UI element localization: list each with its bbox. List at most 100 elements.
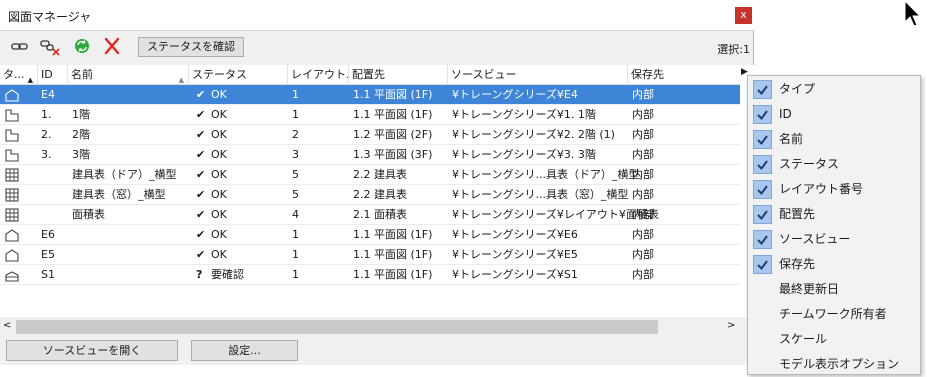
checkmark-icon: ✔: [196, 108, 206, 121]
cell-storage: 内部: [632, 148, 654, 161]
cell-placement: 1.2 平面図 (2F): [353, 128, 433, 141]
menu-item-column[interactable]: ソースビュー: [748, 227, 920, 252]
cell-status: OK: [211, 168, 227, 181]
cell-storage: 内部: [632, 208, 654, 221]
column-header-status[interactable]: ステータス: [189, 65, 288, 84]
column-header-source-view[interactable]: ソースビュー: [448, 65, 628, 84]
scroll-right-icon[interactable]: >: [727, 320, 735, 331]
scrollbar-thumb[interactable]: [16, 320, 658, 334]
cell-name: 2階: [72, 128, 90, 141]
cell-source-view: ¥トレーングシリーズ¥E5: [452, 248, 578, 261]
column-header-storage[interactable]: 保存先: [628, 65, 740, 84]
cell-source-view: ¥トレーングシリーズ¥1. 1階: [452, 108, 596, 121]
table-type-icon: [4, 188, 20, 202]
cell-layout-number: 3: [292, 148, 299, 161]
column-header-id[interactable]: ID: [38, 65, 68, 84]
cell-placement: 2.2 建具表: [353, 168, 407, 181]
menu-item-column[interactable]: ステータス: [748, 152, 920, 177]
menu-item-column[interactable]: 保存先: [748, 252, 920, 277]
cell-placement: 2.2 建具表: [353, 188, 407, 201]
checkmark-icon: ✔: [196, 248, 206, 261]
column-header-name[interactable]: 名前 ▲: [68, 65, 189, 84]
cell-storage: 内部: [632, 128, 654, 141]
menu-item-column[interactable]: チームワーク所有者: [748, 302, 920, 327]
cell-source-view: ¥トレーングシリーズ¥E4: [452, 88, 578, 101]
cell-source-view: ¥トレーングシリーズ¥E6: [452, 228, 578, 241]
cell-source-view: ¥トレーングシリーズ¥2. 2階 (1): [452, 128, 615, 141]
table-row[interactable]: 3. 3階 3 1.3 平面図 (3F) ¥トレーングシリーズ¥3. 3階 内部 ✔ OK: [0, 145, 740, 165]
unlink-icon[interactable]: [39, 36, 61, 56]
checkmark-icon: ✔: [196, 208, 206, 221]
horizontal-scrollbar[interactable]: < >: [0, 319, 740, 335]
cell-status: OK: [211, 208, 227, 221]
cell-status: OK: [211, 128, 227, 141]
question-icon: ?: [196, 268, 203, 281]
close-button[interactable]: x: [735, 7, 752, 24]
cell-storage: 内部: [632, 228, 654, 241]
column-header-placement[interactable]: 配置先: [349, 65, 448, 84]
menu-item-label: レイアウト番号: [779, 182, 864, 196]
settings-button[interactable]: 設定...: [191, 340, 298, 361]
menu-item-column[interactable]: 配置先: [748, 202, 920, 227]
cell-source-view: ¥トレーングシリーズ¥レイアウト¥面積表: [452, 208, 659, 221]
cell-status: OK: [211, 148, 227, 161]
elevation-type-icon: [4, 248, 20, 262]
table-row[interactable]: 面積表 4 2.1 面積表 ¥トレーングシリーズ¥レイアウト¥面積表 内部 ✔ OK: [0, 205, 740, 225]
refresh-icon[interactable]: [71, 36, 93, 56]
menu-item-column[interactable]: 最終更新日: [748, 277, 920, 302]
cell-id: E6: [41, 228, 55, 241]
cell-id: E4: [41, 88, 55, 101]
menu-item-column[interactable]: タイプ: [748, 77, 920, 102]
cell-status: 要確認: [211, 268, 244, 281]
checkmark-icon: ✔: [196, 228, 206, 241]
cell-name: 面積表: [72, 208, 105, 221]
table-row[interactable]: 建具表（ドア）_横型 5 2.2 建具表 ¥トレーングシリ...具表（ドア）_横型 内部…: [0, 165, 740, 185]
title-bar: 図面マネージャ x: [0, 0, 754, 31]
cell-id: 2.: [41, 128, 52, 141]
open-source-view-button[interactable]: ソースビューを開く: [6, 340, 178, 361]
table-row[interactable]: 1. 1階 1 1.1 平面図 (1F) ¥トレーングシリーズ¥1. 1階 内部 ✔ OK: [0, 105, 740, 125]
checkmark-icon: [753, 180, 772, 199]
column-header-type[interactable]: タ... ▲: [0, 65, 38, 84]
check-status-button[interactable]: ステータスを確認: [138, 37, 244, 57]
checkmark-icon: ✔: [196, 148, 206, 161]
checkmark-icon: [753, 230, 772, 249]
plan-type-icon: [4, 128, 20, 142]
menu-item-label: ソースビュー: [779, 232, 851, 246]
link-icon[interactable]: [9, 36, 31, 56]
cell-id: E5: [41, 248, 55, 261]
toolbar: ステータスを確認 選択:1: [0, 31, 754, 61]
table-row[interactable]: E6 1 1.1 平面図 (1F) ¥トレーングシリーズ¥E6 内部 ✔ OK: [0, 225, 740, 245]
cell-name: 1階: [72, 108, 90, 121]
menu-item-column[interactable]: スケール: [748, 327, 920, 352]
menu-item-label: タイプ: [779, 82, 816, 96]
table-row[interactable]: E5 1 1.1 平面図 (1F) ¥トレーングシリーズ¥E5 内部 ✔ OK: [0, 245, 740, 265]
column-header-layout-number[interactable]: レイアウト...: [288, 65, 349, 84]
table-row[interactable]: 建具表（窓）_横型 5 2.2 建具表 ¥トレーングシリ...具表（窓）_横型 内部 ✔ O…: [0, 185, 740, 205]
table-row[interactable]: S1 1 1.1 平面図 (1F) ¥トレーングシリーズ¥S1 内部? 要確認: [0, 265, 740, 285]
menu-item-label: 名前: [779, 132, 804, 146]
cell-layout-number: 1: [292, 268, 299, 281]
cell-name: 建具表（窓）_横型: [72, 188, 166, 201]
cell-status: OK: [211, 108, 227, 121]
cell-source-view: ¥トレーングシリーズ¥3. 3階: [452, 148, 596, 161]
table-row[interactable]: 2. 2階 2 1.2 平面図 (2F) ¥トレーングシリーズ¥2. 2階 (1) 内部 ✔…: [0, 125, 740, 145]
table-row[interactable]: E4 1 1.1 平面図 (1F) ¥トレーングシリーズ¥E4 内部 ✔ OK: [0, 85, 740, 105]
column-header-row: タ...▲ ID 名前▲ ステータス レイアウト... 配置先 ソースビュー 保…: [0, 65, 740, 85]
menu-item-column[interactable]: 名前: [748, 127, 920, 152]
cell-layout-number: 1: [292, 248, 299, 261]
selection-count: 選択:1: [717, 43, 750, 56]
cell-storage: 内部: [632, 108, 654, 121]
cell-storage: 内部: [632, 88, 654, 101]
delete-icon[interactable]: [101, 36, 123, 56]
checkmark-icon: [753, 155, 772, 174]
scroll-left-icon[interactable]: <: [3, 320, 11, 331]
cell-layout-number: 1: [292, 108, 299, 121]
menu-item-label: 保存先: [779, 257, 816, 271]
checkmark-icon: [753, 130, 772, 149]
menu-item-column[interactable]: ID: [748, 102, 920, 127]
menu-item-column[interactable]: レイアウト番号: [748, 177, 920, 202]
cell-placement: 1.1 平面図 (1F): [353, 108, 433, 121]
sort-arrow-icon: ▲: [178, 76, 184, 84]
menu-item-label: チームワーク所有者: [779, 307, 887, 321]
